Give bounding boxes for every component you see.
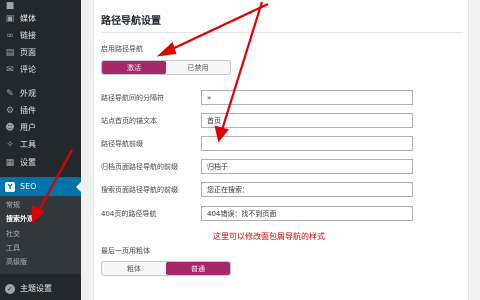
arrow-head-prefix	[214, 125, 229, 143]
arrow-to-prefix-field	[220, 1, 264, 131]
arrow-head-enable	[156, 42, 177, 57]
annotation-arrows	[31, 1, 269, 224]
arrow-head-search-appearance	[31, 205, 45, 224]
arrow-to-search-appearance	[37, 149, 73, 213]
